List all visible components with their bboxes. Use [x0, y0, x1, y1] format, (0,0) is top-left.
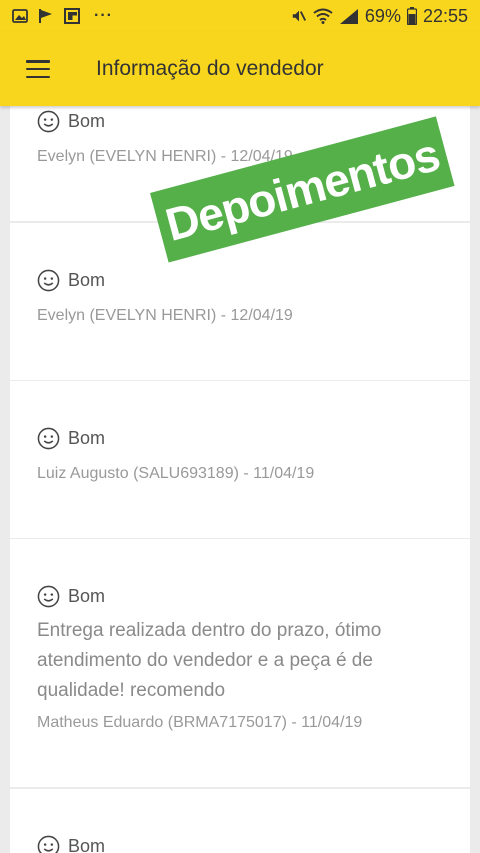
smiley-icon	[37, 585, 60, 608]
signal-icon	[339, 8, 359, 24]
rating-label: Bom	[68, 586, 106, 606]
hamburger-icon	[26, 60, 50, 78]
review-comment: Entrega realizada dentro do prazo, ótimo…	[37, 620, 382, 701]
flipboard-icon	[64, 8, 80, 24]
status-bar: ··· 69% 22:55	[0, 0, 480, 32]
review-author: Evelyn (EVELYN HENRI) - 12/04/19	[37, 307, 293, 324]
review-rating: Bom	[37, 835, 105, 853]
rating-label: Bom	[68, 111, 106, 131]
review-card: Bom Entrega realizada dentro do prazo, ó…	[10, 539, 470, 787]
review-author: Matheus Eduardo (BRMA7175017) - 11/04/19	[37, 714, 363, 731]
review-card: Bom	[10, 789, 470, 853]
rating-label: Bom	[68, 836, 106, 853]
battery-icon	[406, 7, 417, 25]
page-title: Informação do vendedor	[96, 57, 324, 80]
review-author: Evelyn (EVELYN HENRI) - 12/04/19	[37, 148, 293, 165]
smiley-icon	[37, 110, 60, 133]
clock: 22:55	[422, 5, 468, 26]
review-rating: Bom	[37, 585, 105, 608]
review-card: Bom Luiz Augusto (SALU693189) - 11/04/19	[10, 381, 470, 538]
menu-button[interactable]	[0, 32, 76, 106]
rating-label: Bom	[68, 428, 106, 448]
rating-label: Bom	[68, 270, 106, 290]
review-author: Luiz Augusto (SALU693189) - 11/04/19	[37, 465, 315, 482]
more-notifications-indicator: ···	[94, 7, 113, 24]
review-rating: Bom	[37, 427, 105, 450]
smiley-icon	[37, 269, 60, 292]
battery-percentage: 69%	[364, 5, 401, 26]
mute-icon	[291, 8, 307, 24]
review-rating: Bom	[37, 110, 105, 133]
flag-icon	[38, 8, 54, 24]
smiley-icon	[37, 835, 60, 853]
review-rating: Bom	[37, 269, 105, 292]
review-card: Bom Evelyn (EVELYN HENRI) - 12/04/19	[10, 223, 470, 380]
smiley-icon	[37, 427, 60, 450]
wifi-icon	[313, 8, 333, 24]
app-bar: Informação do vendedor	[0, 32, 480, 106]
gallery-icon	[12, 8, 28, 24]
